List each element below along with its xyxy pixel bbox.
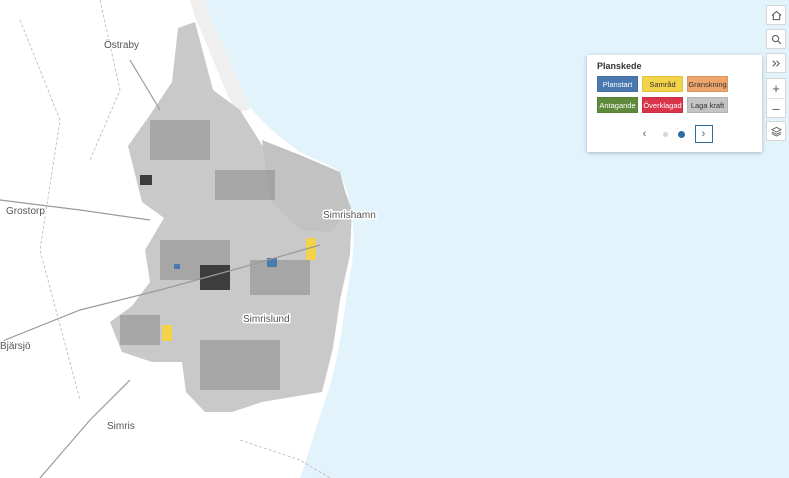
legend-item-antagande: Antagande (597, 97, 638, 113)
home-button[interactable] (766, 5, 786, 25)
pager-dot-2[interactable] (677, 130, 685, 138)
legend-item-planstart: Planstart (597, 76, 638, 92)
layers-icon (770, 126, 782, 137)
plan-area-planstart[interactable] (174, 264, 180, 269)
place-label-grostorp: Grostorp (6, 206, 45, 217)
layers-button[interactable] (766, 121, 786, 141)
expand-panel-button[interactable] (766, 53, 786, 73)
legend-item-granskning: Granskning (687, 76, 728, 92)
plan-area-samrad[interactable] (162, 325, 172, 341)
home-icon (771, 10, 781, 20)
search-icon (771, 34, 781, 44)
industrial-block (140, 175, 152, 185)
double-chevron-right-icon (771, 59, 780, 67)
pager-dot-1[interactable] (662, 131, 668, 137)
legend-panel: Planskede Planstart Samråd Granskning An… (587, 55, 762, 152)
zoom-out-button[interactable]: – (767, 98, 785, 118)
place-label-simris: Simris (107, 421, 135, 432)
legend-pager: ‹ › (587, 125, 762, 143)
pager-next-button[interactable]: › (694, 125, 713, 143)
legend-title: Planskede (597, 61, 642, 71)
place-label-simrislund: Simrislund (243, 314, 290, 325)
legend-item-laga-kraft: Laga kraft (687, 97, 728, 113)
legend-swatches: Planstart Samråd Granskning Antagande Öv… (597, 76, 752, 113)
legend-item-samrad: Samråd (642, 76, 683, 92)
pager-prev-button[interactable]: ‹ (637, 126, 653, 142)
place-label-ostraby: Östraby (104, 39, 139, 51)
place-label-bjarsjo: Bjärsjö (0, 341, 31, 352)
search-button[interactable] (766, 29, 786, 49)
legend-item-overklagad: Överklagad (642, 97, 683, 113)
place-label-simrishamn: Simrishamn (323, 210, 376, 221)
zoom-in-button[interactable]: + (767, 79, 785, 98)
zoom-controls: + – (766, 78, 786, 118)
